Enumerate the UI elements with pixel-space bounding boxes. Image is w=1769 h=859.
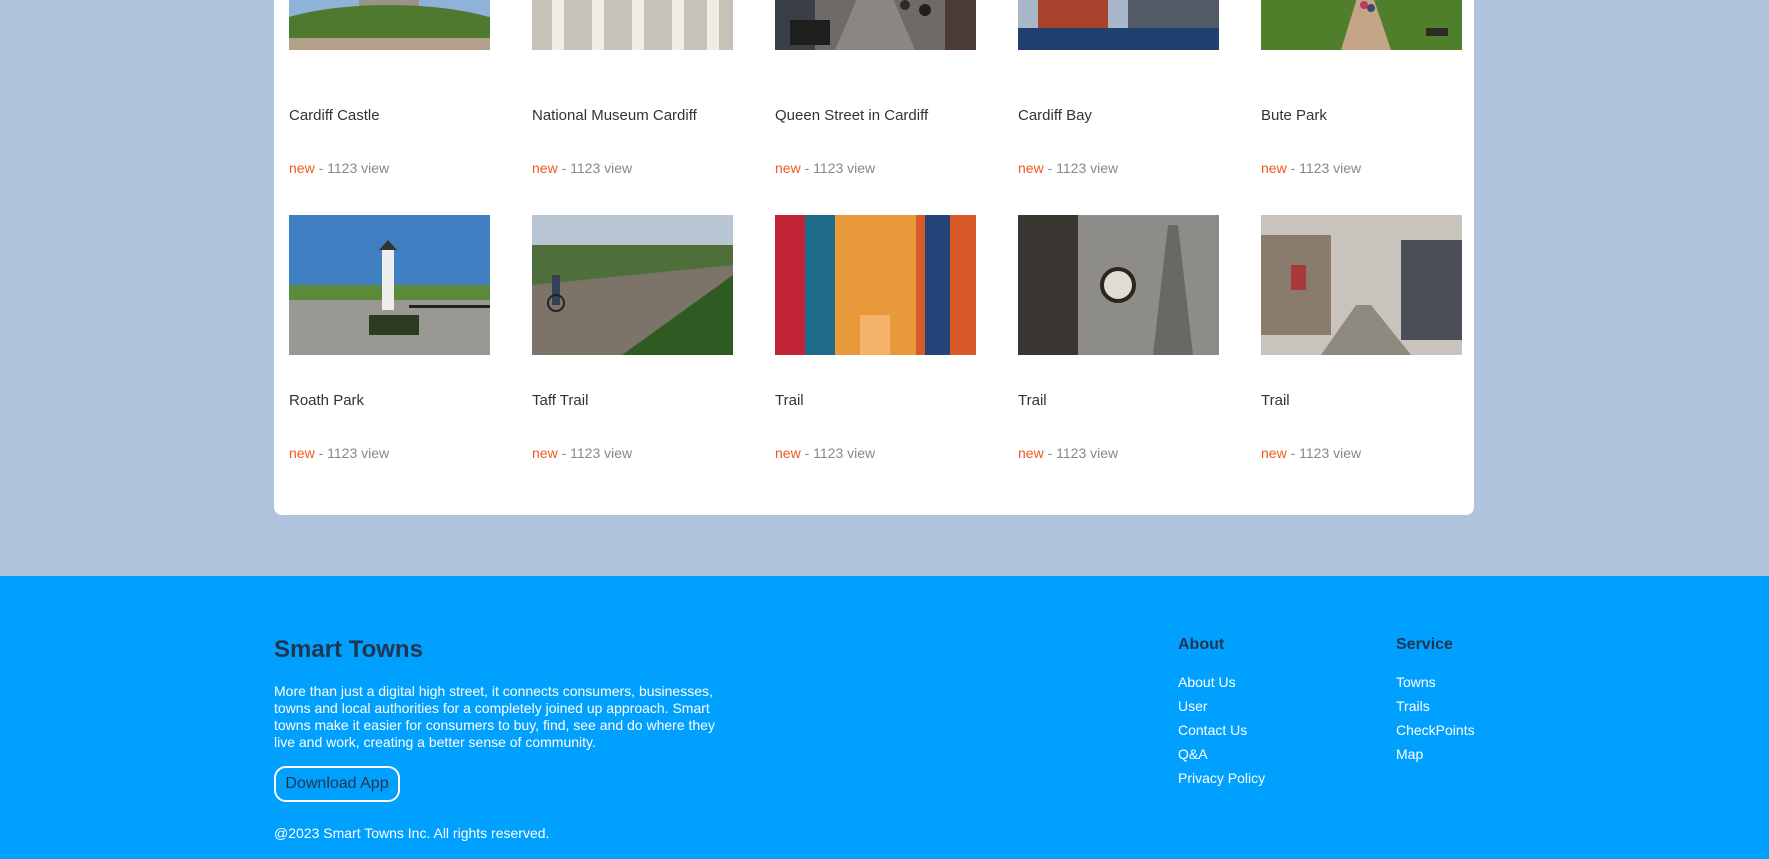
- view-count: - 1123 view: [1290, 445, 1362, 461]
- trail-meta: new - 1123 view: [532, 445, 632, 461]
- footer-link-map[interactable]: Map: [1396, 742, 1475, 766]
- new-badge: new: [532, 160, 558, 176]
- new-badge: new: [289, 160, 315, 176]
- view-count: - 1123 view: [318, 445, 390, 461]
- footer-link-checkpoints[interactable]: CheckPoints: [1396, 718, 1475, 742]
- trail-title[interactable]: Cardiff Bay: [1018, 107, 1092, 124]
- roath-park-photo: [289, 215, 490, 355]
- copyright-text: @2023 Smart Towns Inc. All rights reserv…: [274, 825, 550, 841]
- about-column: About About Us User Contact Us Q&A Priva…: [1178, 636, 1265, 790]
- village-street-photo: [1261, 215, 1462, 355]
- trail-title[interactable]: Trail: [1261, 392, 1290, 409]
- site-footer: Smart Towns More than just a digital hig…: [0, 576, 1769, 859]
- view-count: - 1123 view: [804, 160, 876, 176]
- trail-title[interactable]: Trail: [775, 392, 804, 409]
- view-count: - 1123 view: [318, 160, 390, 176]
- trails-panel: Cardiff Castle new - 1123 view National …: [274, 0, 1474, 515]
- view-count: - 1123 view: [1047, 160, 1119, 176]
- view-count: - 1123 view: [561, 445, 633, 461]
- trail-meta: new - 1123 view: [1261, 445, 1361, 461]
- trail-title[interactable]: National Museum Cardiff: [532, 107, 697, 124]
- footer-link-about-us[interactable]: About Us: [1178, 670, 1265, 694]
- trail-meta: new - 1123 view: [289, 445, 389, 461]
- trail-title[interactable]: Trail: [1018, 392, 1047, 409]
- new-badge: new: [1018, 445, 1044, 461]
- new-badge: new: [532, 445, 558, 461]
- new-badge: new: [1261, 160, 1287, 176]
- footer-link-contact-us[interactable]: Contact Us: [1178, 718, 1265, 742]
- download-app-button[interactable]: Download App: [274, 766, 400, 802]
- cardiff-bay-photo: [1018, 0, 1219, 50]
- footer-link-qa[interactable]: Q&A: [1178, 742, 1265, 766]
- cardiff-castle-photo: [289, 0, 490, 50]
- bute-park-photo: [1261, 0, 1462, 50]
- trail-title[interactable]: Taff Trail: [532, 392, 588, 409]
- footer-link-privacy-policy[interactable]: Privacy Policy: [1178, 766, 1265, 790]
- new-badge: new: [289, 445, 315, 461]
- trail-meta: new - 1123 view: [289, 160, 389, 176]
- footer-link-towns[interactable]: Towns: [1396, 670, 1475, 694]
- service-heading: Service: [1396, 636, 1453, 653]
- trail-meta: new - 1123 view: [1018, 445, 1118, 461]
- trail-meta: new - 1123 view: [1261, 160, 1361, 176]
- trail-meta: new - 1123 view: [775, 160, 875, 176]
- footer-description: More than just a digital high street, it…: [274, 683, 715, 750]
- footer-brand: Smart Towns: [274, 636, 423, 663]
- trail-title[interactable]: Cardiff Castle: [289, 107, 380, 124]
- queen-street-photo: [775, 0, 976, 50]
- trail-meta: new - 1123 view: [532, 160, 632, 176]
- trail-title[interactable]: Roath Park: [289, 392, 364, 409]
- view-count: - 1123 view: [561, 160, 633, 176]
- footer-link-user[interactable]: User: [1178, 694, 1265, 718]
- trail-meta: new - 1123 view: [1018, 160, 1118, 176]
- new-badge: new: [775, 160, 801, 176]
- about-heading: About: [1178, 636, 1225, 653]
- trail-meta: new - 1123 view: [775, 445, 875, 461]
- new-badge: new: [1018, 160, 1044, 176]
- taff-trail-photo: [532, 215, 733, 355]
- street-clock-photo: [1018, 215, 1219, 355]
- new-badge: new: [775, 445, 801, 461]
- footer-link-trails[interactable]: Trails: [1396, 694, 1475, 718]
- view-count: - 1123 view: [1290, 160, 1362, 176]
- service-column: Service Towns Trails CheckPoints Map: [1396, 636, 1475, 766]
- view-count: - 1123 view: [804, 445, 876, 461]
- view-count: - 1123 view: [1047, 445, 1119, 461]
- canal-sunset-photo: [775, 215, 976, 355]
- national-museum-photo: [532, 0, 733, 50]
- new-badge: new: [1261, 445, 1287, 461]
- trail-title[interactable]: Queen Street in Cardiff: [775, 107, 928, 124]
- trail-title[interactable]: Bute Park: [1261, 107, 1327, 124]
